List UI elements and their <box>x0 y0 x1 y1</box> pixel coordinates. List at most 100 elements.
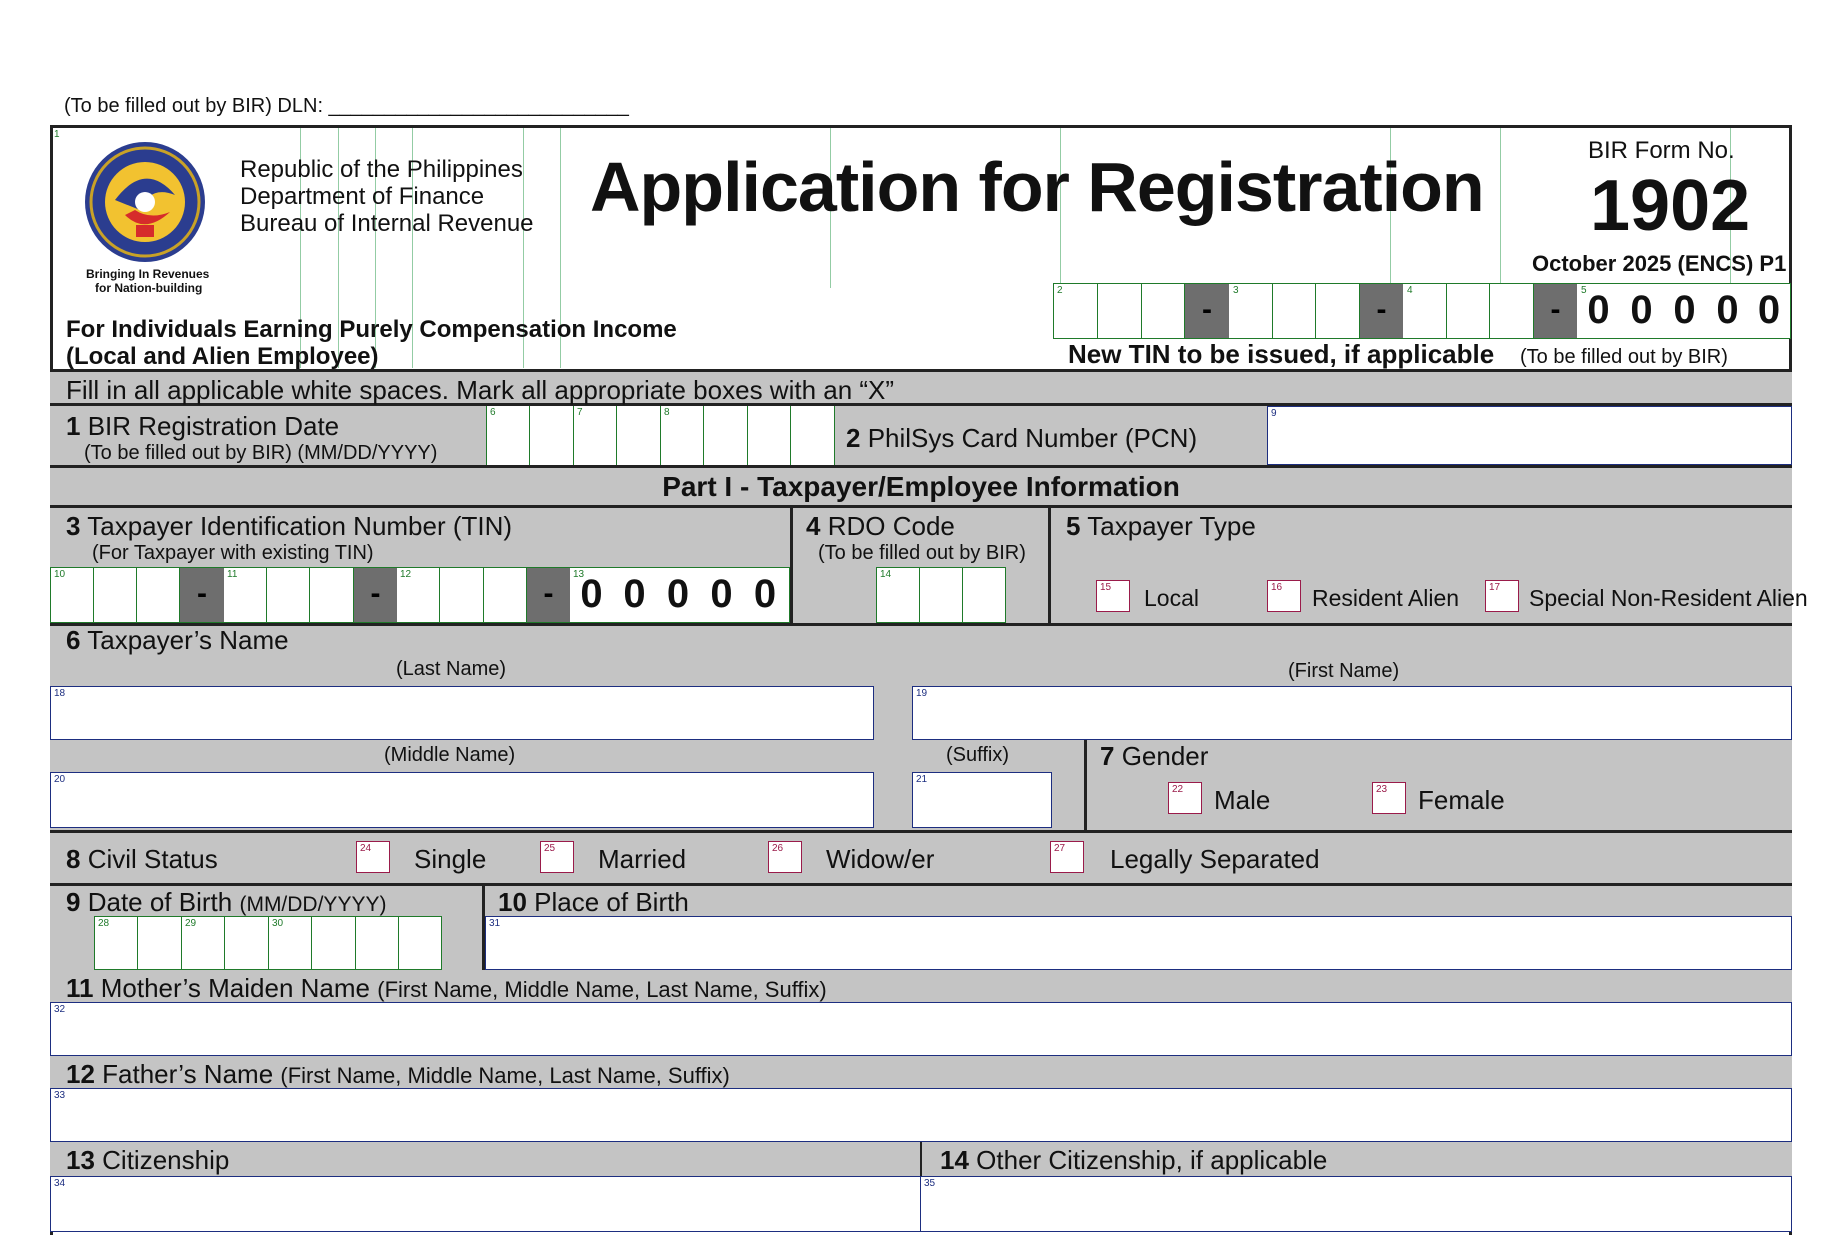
field-number: 7 <box>1100 741 1115 771</box>
checkbox-widow[interactable]: 26 <box>768 841 802 873</box>
father-sub: (First Name, Middle Name, Last Name, Suf… <box>280 1063 730 1088</box>
ref-num: 12 <box>400 569 412 580</box>
tin-separator: - <box>527 568 570 622</box>
tin-separator: - <box>1360 284 1403 338</box>
row-birth: 9 Date of Birth (MM/DD/YYYY) 28 29 30 10… <box>50 886 1792 970</box>
other-citizenship-field[interactable]: 35 <box>920 1176 1792 1232</box>
last-name-field[interactable]: 18 <box>50 686 874 740</box>
row-civil-status: 8 Civil Status 24 Single 25 Married 26 W… <box>50 833 1792 883</box>
checkbox-female[interactable]: 23 <box>1372 782 1406 814</box>
father-name-field[interactable]: 33 <box>50 1088 1792 1142</box>
ref-num: 4 <box>1407 285 1413 296</box>
agency-line-1: Republic of the Philippines <box>240 156 523 183</box>
ref-num: 28 <box>98 918 110 929</box>
option-female: Female <box>1418 785 1505 815</box>
option-single: Single <box>414 844 487 874</box>
ref-num: 2 <box>1057 285 1063 296</box>
ref-num: 1 <box>54 129 60 140</box>
first-name-field[interactable]: 19 <box>912 686 1792 740</box>
last-name-label: (Last Name) <box>396 658 507 680</box>
row-tin: 3 Taxpayer Identification Number (TIN) (… <box>50 508 1808 623</box>
citizenship-field[interactable]: 34 <box>50 1176 922 1232</box>
middle-name-field[interactable]: 20 <box>50 772 874 828</box>
instructions-row: Fill in all applicable white spaces. Mar… <box>50 369 1792 406</box>
agency-line-3: Bureau of Internal Revenue <box>240 210 534 237</box>
tin-separator: - <box>1534 284 1577 338</box>
ref-num: 10 <box>54 569 66 580</box>
option-widow: Widow/er <box>826 844 935 874</box>
dob-sub: (MM/DD/YYYY) <box>239 893 387 916</box>
ref-num: 21 <box>916 774 928 785</box>
option-married: Married <box>598 844 687 874</box>
checkbox-local[interactable]: 15 <box>1096 580 1130 612</box>
bir-seal-icon <box>85 142 205 262</box>
row-citizenship: 13 Citizenship 14 Other Citizenship, if … <box>50 1142 1792 1232</box>
ref-num: 20 <box>54 774 66 785</box>
ref-num: 5 <box>1581 285 1587 296</box>
mother-name-field[interactable]: 32 <box>50 1002 1792 1056</box>
suffix-field[interactable]: 21 <box>912 772 1052 828</box>
tin-digit: 0 <box>623 572 646 616</box>
pcn-field[interactable]: 9 <box>1267 406 1792 465</box>
reg-date-field[interactable]: 6 7 8 <box>486 406 835 465</box>
ref-num: 6 <box>490 407 496 418</box>
ref-num: 22 <box>1172 784 1184 795</box>
field-number: 12 <box>66 1059 95 1089</box>
form-version: October 2025 (ENCS) P1 <box>1532 251 1787 276</box>
ref-num: 31 <box>489 918 501 929</box>
tin-field[interactable]: - - - 0 0 0 0 0 10 11 12 13 <box>50 567 790 623</box>
checkbox-resident-alien[interactable]: 16 <box>1267 580 1301 612</box>
field-number: 11 <box>66 973 94 1003</box>
checkbox-legally-separated[interactable]: 27 <box>1050 841 1084 873</box>
ref-num: 19 <box>916 688 928 699</box>
option-resident-alien: Resident Alien <box>1312 585 1460 611</box>
rdo-label: RDO Code <box>827 511 955 541</box>
row-mother: 11 Mother’s Maiden Name (First Name, Mid… <box>50 970 1792 1056</box>
ref-num: 23 <box>1376 784 1388 795</box>
part1-title: Part I - Taxpayer/Employee Information <box>662 471 1180 502</box>
form-no-label: BIR Form No. <box>1588 137 1735 164</box>
ref-num: 27 <box>1054 843 1066 854</box>
ref-num: 34 <box>54 1178 66 1189</box>
row-registration: 1 BIR Registration Date (To be filled ou… <box>50 406 1792 468</box>
ref-num: 8 <box>664 407 670 418</box>
field-number: 14 <box>940 1145 969 1175</box>
field-number: 8 <box>66 844 81 874</box>
tin-sub: (For Taxpayer with existing TIN) <box>92 542 374 564</box>
checkbox-married[interactable]: 25 <box>540 841 574 873</box>
tin-label: Taxpayer Identification Number (TIN) <box>87 511 513 541</box>
field-number: 13 <box>66 1145 95 1175</box>
pob-field[interactable]: 31 <box>485 916 1792 970</box>
tin-digit: 0 <box>666 572 690 616</box>
option-special-non-resident-alien: Special Non-Resident Alien <box>1529 585 1808 611</box>
field-number: 10 <box>498 887 527 917</box>
rdo-sub: (To be filled out by BIR) <box>818 542 1026 564</box>
ref-num: 16 <box>1271 582 1283 593</box>
first-name-label: (First Name) <box>1288 660 1400 682</box>
checkbox-special-non-resident-alien[interactable]: 17 <box>1485 580 1519 612</box>
tin-digit: 0 <box>1630 288 1653 332</box>
tin-digit: 0 <box>1673 288 1696 332</box>
ref-num: 18 <box>54 688 66 699</box>
tin-digit: 0 <box>753 572 777 616</box>
ref-num: 17 <box>1489 582 1501 593</box>
row-father: 12 Father’s Name (First Name, Middle Nam… <box>50 1056 1792 1142</box>
dob-label: Date of Birth <box>87 887 233 917</box>
checkbox-male[interactable]: 22 <box>1168 782 1202 814</box>
suffix-label: (Suffix) <box>946 744 1009 766</box>
dob-field[interactable]: 28 29 30 <box>94 916 442 970</box>
ref-num: 29 <box>185 918 197 929</box>
option-male: Male <box>1214 785 1271 815</box>
dln-label: (To be filled out by BIR) DLN: _________… <box>64 95 629 117</box>
form-subtitle-2: (Local and Alien Employee) <box>66 343 379 370</box>
logo-tagline-1: Bringing In Revenues <box>86 267 210 281</box>
ref-num: 26 <box>772 843 784 854</box>
new-tin-note: (To be filled out by BIR) <box>1520 346 1728 368</box>
tin-separator: - <box>1185 284 1229 338</box>
civil-status-label: Civil Status <box>87 844 218 874</box>
citizenship-label: Citizenship <box>102 1145 230 1175</box>
father-label: Father’s Name <box>102 1059 274 1089</box>
taxpayer-type-label: Taxpayer Type <box>1087 511 1256 541</box>
rdo-field[interactable]: 14 <box>876 567 1006 623</box>
checkbox-single[interactable]: 24 <box>356 841 390 873</box>
